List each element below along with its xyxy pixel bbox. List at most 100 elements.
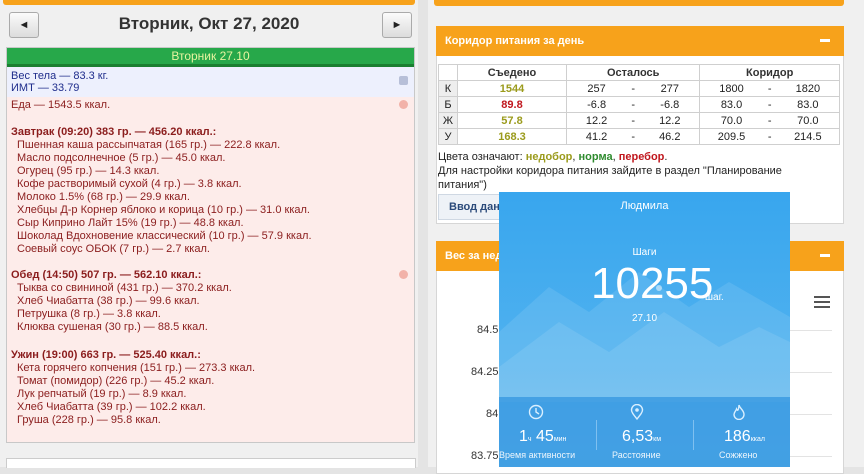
calories-number: 186 <box>724 428 751 445</box>
steps-app-overlay: Людмила Шаги 10255 шаг. 27.10 1ч 45мин В… <box>499 192 790 467</box>
meal-item[interactable]: Груша (228 гр.) — 95.8 ккал. <box>17 414 161 427</box>
y-tick: 83.75 <box>471 450 499 462</box>
legend-over: перебор <box>618 151 665 163</box>
calories-label: Сожжено <box>719 450 758 460</box>
cor-max: 83.0 <box>776 96 840 113</box>
meal-item[interactable]: Хлеб Чиабатта (38 гр.) — 99.6 ккал. <box>17 295 200 308</box>
top-accent-bar <box>3 0 415 5</box>
rem-min: 257 <box>566 80 627 97</box>
meal-item[interactable]: Хлеб Чиабатта (39 гр.) — 102.2 ккал. <box>17 401 206 414</box>
meal-item[interactable]: Соевый соус ОБОК (7 гр.) — 2.7 ккал. <box>17 243 210 256</box>
flame-icon <box>733 404 745 420</box>
rem-min: 41.2 <box>566 128 627 145</box>
eaten-value: 57.8 <box>457 112 567 129</box>
cor-max: 1820 <box>776 80 840 97</box>
meal-item[interactable]: Шоколад Вдохновение классический (10 гр.… <box>17 230 312 243</box>
corridor-panel-header[interactable]: Коридор питания за день <box>436 26 844 56</box>
rem-min: 12.2 <box>566 112 627 129</box>
chart-menu-icon[interactable] <box>814 296 830 308</box>
meal-item[interactable]: Тыква со свининой (431 гр.) — 370.2 ккал… <box>17 282 232 295</box>
row-label: Б <box>438 96 458 113</box>
meal-item[interactable]: Лук репчатый (19 гр.) — 8.9 ккал. <box>17 388 186 401</box>
meal-item[interactable]: Кета горячего копчения (151 гр.) — 273.3… <box>17 362 255 375</box>
meal-item[interactable]: Огурец (95 гр.) — 14.3 ккал. <box>17 165 159 178</box>
col-remaining: Осталось <box>565 64 701 81</box>
clock-icon <box>528 404 544 420</box>
cor-min: 70.0 <box>699 112 763 129</box>
table-row: Ж 57.8 12.2 - 12.2 70.0 - 70.0 <box>438 112 840 129</box>
cor-min: 209.5 <box>699 128 763 145</box>
meal-title-breakfast[interactable]: Завтрак (09:20) 383 гр. — 456.20 ккал.: <box>11 126 216 139</box>
row-label: У <box>438 128 458 145</box>
eaten-value: 168.3 <box>457 128 567 145</box>
meal-item[interactable]: Сыр Киприно Лайт 15% (19 гр.) — 48.8 кка… <box>17 217 244 230</box>
legend-norm: норма <box>578 151 613 163</box>
y-tick: 84.5 <box>477 324 499 336</box>
distance-number: 6,53 <box>622 428 654 445</box>
activity-value: 1ч 45мин <box>519 428 566 446</box>
settings-note-line2: питания") <box>438 179 487 191</box>
corridor-title: Коридор питания за день <box>445 35 585 47</box>
col-corridor: Коридор <box>699 64 840 81</box>
meal-title-lunch[interactable]: Обед (14:50) 507 гр. — 562.10 ккал.: <box>11 269 201 282</box>
steps-label: Шаги <box>632 247 657 258</box>
activity-hours: 1 <box>519 428 528 445</box>
activity-label: Время активности <box>499 450 576 460</box>
gridline <box>790 456 832 457</box>
apple-icon <box>399 270 408 279</box>
meal-item[interactable]: Пшенная каша рассыпчатая (165 гр.) — 222… <box>17 139 280 152</box>
table-row: К 1544 257 - 277 1800 - 1820 <box>438 80 840 97</box>
table-row: Б 89.8 -6.8 - -6.8 83.0 - 83.0 <box>438 96 840 113</box>
meal-title-dinner[interactable]: Ужин (19:00) 663 гр. — 525.40 ккал.: <box>11 349 201 362</box>
rem-max: 12.2 <box>640 112 701 129</box>
stat-divider <box>596 420 597 450</box>
dash: - <box>626 112 641 129</box>
stat-divider <box>693 420 694 450</box>
meal-item[interactable]: Масло подсолнечное (5 гр.) — 45.0 ккал. <box>17 152 225 165</box>
rem-max: 46.2 <box>640 128 701 145</box>
dash: - <box>762 80 777 97</box>
calories-unit: ккал <box>750 436 765 443</box>
color-legend: Цвета означают: недобор, норма, перебор. <box>438 150 667 164</box>
bmi-text: ИМТ — 33.79 <box>11 82 80 94</box>
rem-max: 277 <box>640 80 701 97</box>
rem-max: -6.8 <box>640 96 701 113</box>
table-row: У 168.3 41.2 - 46.2 209.5 - 214.5 <box>438 128 840 145</box>
collapse-icon[interactable] <box>820 254 830 257</box>
location-pin-icon <box>630 404 644 420</box>
collapse-icon[interactable] <box>820 39 830 42</box>
steps-count: 10255 <box>591 259 714 308</box>
next-day-button[interactable]: ► <box>382 12 412 38</box>
y-tick: 84 <box>486 408 499 420</box>
dash: - <box>626 96 641 113</box>
gridline <box>790 414 832 415</box>
apple-icon <box>399 100 408 109</box>
row-label: К <box>438 80 458 97</box>
activity-minutes: 45 <box>536 428 554 445</box>
weight-entry[interactable]: Вес тела — 83.3 кг. ИМТ — 33.79 <box>7 67 414 97</box>
meal-item[interactable]: Молоко 1.5% (68 гр.) — 29.9 ккал. <box>17 191 190 204</box>
prev-day-button[interactable]: ◄ <box>9 12 39 38</box>
meal-item[interactable]: Петрушка (8 гр.) — 3.8 ккал. <box>17 308 161 321</box>
rem-min: -6.8 <box>566 96 627 113</box>
dash: - <box>626 128 641 145</box>
gridline <box>790 372 832 373</box>
meal-item[interactable]: Кофе растворимый сухой (4 гр.) — 3.8 кка… <box>17 178 242 191</box>
steps-date: 27.10 <box>631 313 658 324</box>
settings-note-line1: Для настройки коридора питания зайдите в… <box>438 165 782 177</box>
dash: - <box>626 80 641 97</box>
overlay-user-name: Людмила <box>620 200 669 212</box>
weight-panel-title: Вес за нед <box>445 250 503 262</box>
meal-item[interactable]: Хлебцы Д-р Корнер яблоко и корица (10 гр… <box>17 204 310 217</box>
day-diary-panel: Вторник 27.10 Вес тела — 83.3 кг. ИМТ — … <box>6 47 415 443</box>
meal-item[interactable]: Томат (помидор) (226 гр.) — 45.2 ккал. <box>17 375 214 388</box>
cor-max: 70.0 <box>776 112 840 129</box>
meal-item[interactable]: Клюква сушеная (30 гр.) — 88.5 ккал. <box>17 321 208 334</box>
cor-min: 1800 <box>699 80 763 97</box>
distance-value: 6,53км <box>622 428 661 446</box>
cor-max: 214.5 <box>776 128 840 145</box>
day-header[interactable]: Вторник 27.10 <box>7 48 414 67</box>
dash: - <box>762 96 777 113</box>
distance-unit: км <box>653 436 662 443</box>
food-entries: Еда — 1543.5 ккал. Завтрак (09:20) 383 г… <box>7 97 414 442</box>
